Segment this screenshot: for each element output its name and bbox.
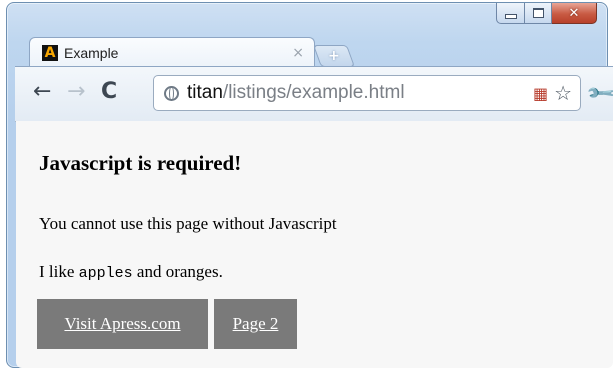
browser-toolbar: ← → C titan/listings/example.html ▦ ☆ 🔧 [15,66,613,122]
plus-icon: + [328,48,340,64]
tab-close-icon[interactable]: × [292,46,304,60]
minimize-button[interactable] [496,3,525,24]
tab-example[interactable]: A Example × [29,37,315,67]
visit-apress-link[interactable]: Visit Apress.com [37,299,208,349]
wrench-menu-icon[interactable]: 🔧 [584,76,613,111]
globe-icon [164,85,179,101]
address-host: titan [187,82,223,103]
back-button[interactable]: ← [33,81,51,103]
fruit-text-after: and oranges. [132,262,223,281]
bookmark-star-icon[interactable]: ☆ [554,81,572,105]
page-action-icon[interactable]: ▦ [533,84,548,103]
apples-code: apples [78,265,133,282]
tab-title: Example [64,44,119,61]
page-2-link[interactable]: Page 2 [214,299,297,349]
browser-window: ✕ A Example × + ← → C titan/listings/exa… [6,2,613,368]
new-tab-button[interactable]: + [312,45,356,67]
address-path: /listings/example.html [222,82,405,103]
forward-button[interactable]: → [67,81,85,103]
close-window-button[interactable]: ✕ [552,3,597,24]
paragraph-javascript-notice: You cannot use this page without Javascr… [39,214,337,233]
minimize-icon [504,14,517,19]
window-controls: ✕ [496,3,597,25]
close-icon: ✕ [568,5,580,21]
paragraph-fruit: I like apples and oranges. [39,262,223,282]
address-url[interactable]: titan/listings/example.html [187,82,533,104]
fruit-text-before: I like [39,262,79,281]
apress-favicon-icon: A [42,44,58,61]
page-content: Javascript is required! You cannot use t… [16,121,613,368]
page-heading: Javascript is required! [39,151,242,175]
maximize-button[interactable] [525,3,552,24]
maximize-icon [532,8,544,18]
reload-button[interactable]: C [101,81,117,103]
address-bar[interactable]: titan/listings/example.html ▦ ☆ [153,75,581,111]
